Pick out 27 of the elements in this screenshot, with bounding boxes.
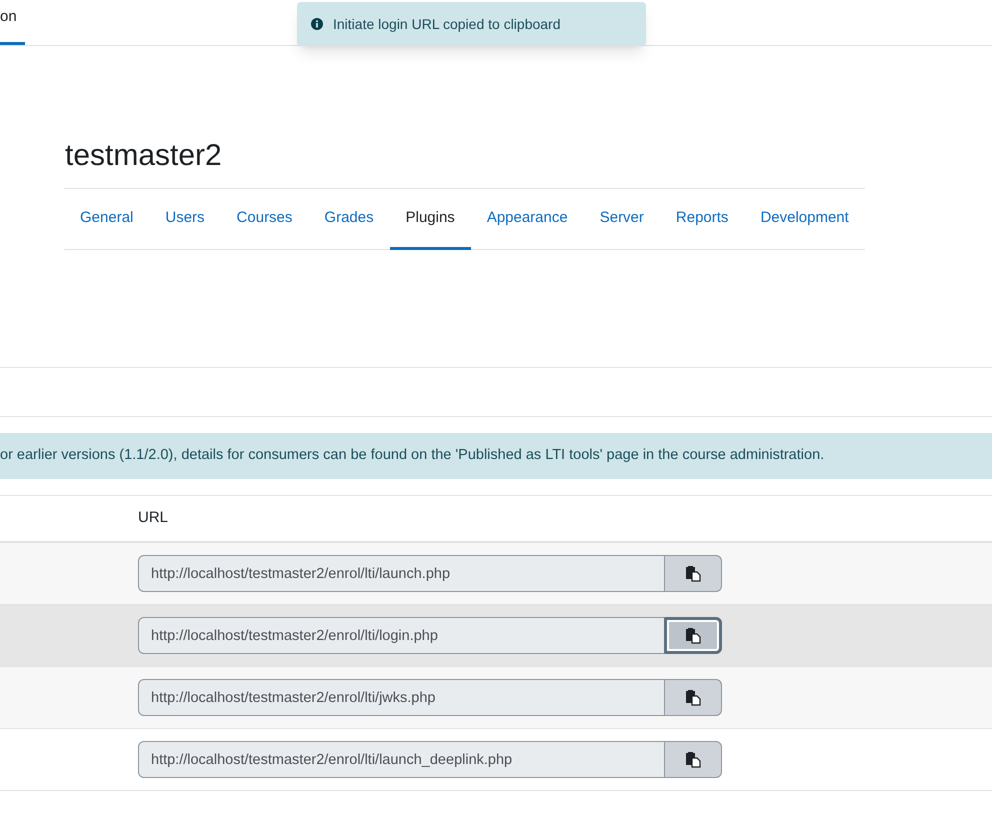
nav-tab[interactable]: Development <box>744 189 865 250</box>
copy-button[interactable] <box>664 679 722 716</box>
url-field[interactable]: http://localhost/testmaster2/enrol/lti/launch_deeplink.php <box>138 741 665 778</box>
page-heading: testmaster2 <box>64 138 223 174</box>
info-alert: or earlier versions (1.1/2.0), details for consumers can be found on the 'Published as LTI tools' page in the course administration. <box>0 433 992 479</box>
nav-tab[interactable]: Courses <box>220 189 308 250</box>
copy-button[interactable] <box>664 617 722 654</box>
toast-message: Initiate login URL copied to clipboard <box>333 14 561 34</box>
nav-tab[interactable]: Appearance <box>470 189 584 250</box>
tab[interactable]: on <box>0 0 25 45</box>
copy-icon <box>685 752 701 768</box>
copy-icon <box>685 628 701 644</box>
nav-tab[interactable]: Plugins <box>390 189 471 250</box>
column-header: URL <box>138 508 168 528</box>
nav-tab[interactable]: Reports <box>660 189 744 250</box>
copy-button[interactable] <box>664 741 722 778</box>
url-field[interactable]: http://localhost/testmaster2/enrol/lti/launch.php <box>138 555 665 592</box>
nav-tab[interactable]: Users <box>149 189 221 250</box>
url-field[interactable]: http://localhost/testmaster2/enrol/lti/login.php <box>138 617 665 654</box>
nav-tab[interactable]: Server <box>584 189 660 250</box>
url-field[interactable]: http://localhost/testmaster2/enrol/lti/jwks.php <box>138 679 665 716</box>
copy-icon <box>685 566 701 582</box>
nav-tab[interactable]: Grades <box>308 189 390 250</box>
info-icon <box>311 18 323 30</box>
copy-button[interactable] <box>664 555 722 592</box>
nav-tab[interactable]: General <box>64 189 150 250</box>
copy-icon <box>685 690 701 706</box>
